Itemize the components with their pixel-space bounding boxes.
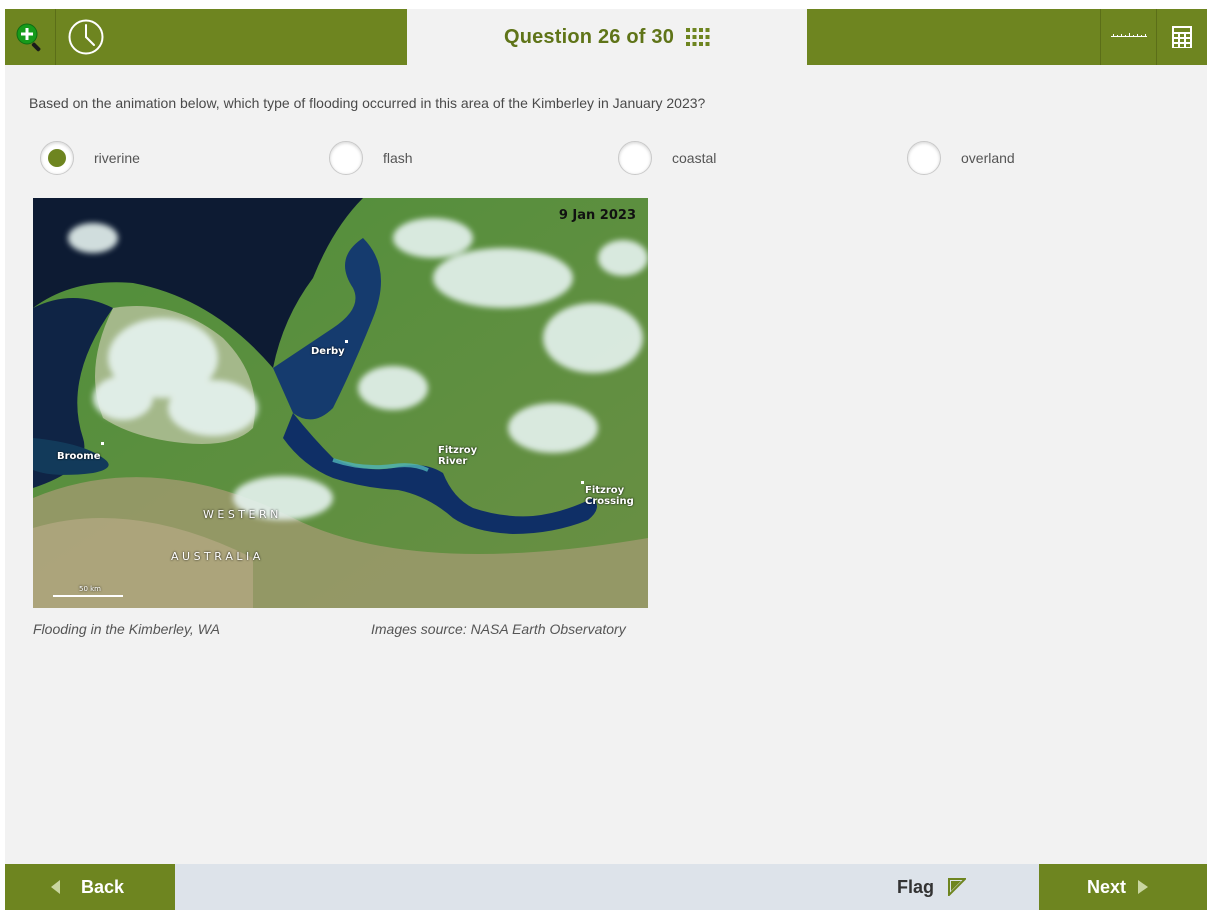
timer-button[interactable] — [56, 9, 116, 65]
bottom-navigation: Back Flag Next — [5, 864, 1207, 910]
arrow-left-icon — [51, 880, 60, 894]
image-date-label: 9 Jan 2023 — [558, 208, 636, 223]
next-label: Next — [1087, 876, 1127, 897]
next-button[interactable]: Next — [1039, 864, 1207, 910]
image-source-caption: Images source: NASA Earth Observatory — [371, 621, 626, 637]
flag-icon — [948, 878, 967, 896]
zoom-in-icon — [16, 23, 41, 52]
option-label: flash — [383, 150, 413, 166]
calculator-button[interactable] — [1157, 9, 1207, 65]
radio-button[interactable] — [618, 141, 652, 175]
radio-selected-indicator — [48, 149, 66, 167]
assessment-frame: Question 26 of 30 Based on the animation… — [5, 9, 1207, 910]
grid-icon[interactable] — [686, 28, 710, 46]
flag-button[interactable]: Flag — [897, 864, 967, 910]
option-label: overland — [961, 150, 1015, 166]
question-header: Question 26 of 30 — [407, 9, 807, 65]
flag-label: Flag — [897, 876, 935, 897]
option-coastal[interactable]: coastal — [618, 140, 716, 176]
question-text: Based on the animation below, which type… — [29, 95, 706, 111]
option-overland[interactable]: overland — [907, 140, 1015, 176]
option-flash[interactable]: flash — [329, 140, 413, 176]
map-scale-label: 50 km — [79, 585, 102, 593]
page-title: Question 26 of 30 — [503, 25, 675, 48]
back-label: Back — [81, 876, 125, 897]
map-label-derby: Derby — [311, 346, 345, 357]
map-label-australia: A U S T R A L I A — [171, 550, 261, 563]
line-reader-button[interactable] — [1101, 9, 1156, 65]
map-label-fitzroy-crossing: Fitzroy Crossing — [585, 485, 634, 507]
option-label: coastal — [672, 150, 717, 166]
map-label-fitzroy-river: Fitzroy River — [438, 445, 478, 467]
radio-button[interactable] — [329, 141, 363, 175]
image-caption: Flooding in the Kimberley, WA — [33, 621, 221, 637]
clock-icon — [68, 19, 104, 55]
radio-button[interactable] — [40, 141, 74, 175]
option-label: riverine — [94, 150, 140, 166]
line-reader-icon — [1110, 33, 1147, 37]
radio-button[interactable] — [907, 141, 941, 175]
option-riverine[interactable]: riverine — [40, 140, 140, 176]
satellite-image: 9 Jan 2023 Derby Broome Fitzroy River Fi… — [33, 198, 648, 608]
map-label-western: W E S T E R N — [203, 508, 279, 521]
calculator-icon — [1172, 26, 1192, 48]
top-toolbar: Question 26 of 30 — [5, 9, 1207, 65]
back-button[interactable]: Back — [5, 864, 175, 910]
map-label-broome: Broome — [57, 451, 101, 462]
zoom-in-button[interactable] — [5, 9, 55, 65]
arrow-right-icon — [1138, 880, 1149, 894]
